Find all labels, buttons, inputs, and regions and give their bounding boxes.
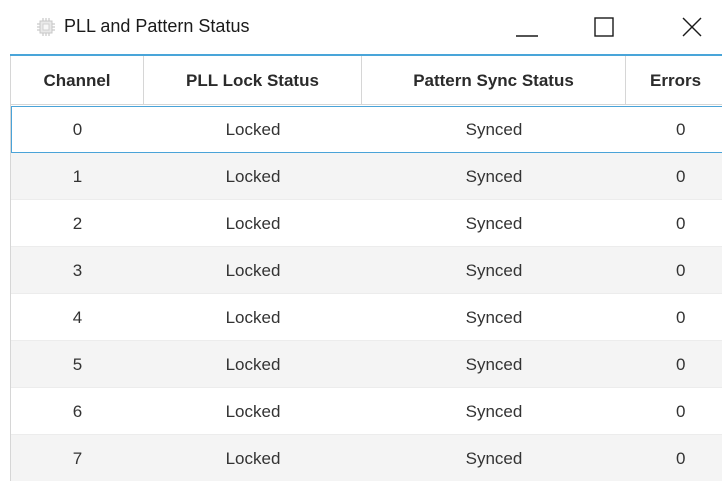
errors-cell: 0	[676, 214, 686, 233]
pll-lock-status-cell: Locked	[225, 261, 281, 280]
errors-cell: 0	[676, 167, 686, 186]
pll-lock-status-cell: Locked	[225, 214, 281, 233]
channel-cell: 2	[72, 214, 83, 233]
pll-lock-status-cell: Locked	[225, 167, 281, 186]
window-title: PLL and Pattern Status	[64, 16, 250, 36]
table-row[interactable]: 0 Locked Synced 0	[11, 106, 722, 153]
minimize-button[interactable]	[497, 0, 557, 54]
table-row[interactable]: 2 Locked Synced 0	[11, 200, 722, 247]
title-bar[interactable]: PLL and Pattern Status	[0, 0, 722, 54]
channel-cell: 4	[72, 308, 83, 327]
channel-cell: 3	[72, 261, 83, 280]
errors-cell: 0	[676, 355, 686, 374]
table-row[interactable]: 7 Locked Synced 0	[11, 435, 722, 481]
column-header-pll-lock-status[interactable]: PLL Lock Status	[144, 56, 362, 105]
pattern-sync-status-cell: Synced	[465, 167, 523, 186]
pattern-sync-status-cell: Synced	[465, 120, 523, 139]
channel-cell: 5	[72, 355, 83, 374]
pattern-sync-status-cell: Synced	[465, 402, 523, 421]
column-header-pattern-sync-status[interactable]: Pattern Sync Status	[362, 56, 626, 105]
errors-cell: 0	[676, 402, 686, 421]
pattern-sync-status-cell: Synced	[465, 214, 523, 233]
channel-cell: 1	[72, 167, 83, 186]
status-window: PLL and Pattern Status Channel PLL Lock …	[0, 0, 722, 481]
status-table: Channel PLL Lock Status Pattern Sync Sta…	[10, 56, 722, 481]
pattern-sync-status-cell: Synced	[465, 449, 523, 468]
pattern-sync-status-cell: Synced	[465, 261, 523, 280]
column-header-channel[interactable]: Channel	[11, 56, 144, 105]
channel-cell: 0	[72, 120, 83, 139]
maximize-button[interactable]	[574, 0, 634, 54]
table-row[interactable]: 1 Locked Synced 0	[11, 153, 722, 200]
pll-lock-status-cell: Locked	[225, 120, 281, 139]
table-row[interactable]: 6 Locked Synced 0	[11, 388, 722, 435]
pll-lock-status-cell: Locked	[225, 402, 281, 421]
column-header-errors[interactable]: Errors	[626, 56, 722, 105]
pll-lock-status-cell: Locked	[225, 308, 281, 327]
pattern-sync-status-cell: Synced	[465, 308, 523, 327]
channel-cell: 6	[72, 402, 83, 421]
chip-icon	[36, 17, 56, 37]
table-row[interactable]: 3 Locked Synced 0	[11, 247, 722, 294]
pattern-sync-status-cell: Synced	[465, 355, 523, 374]
table-row[interactable]: 4 Locked Synced 0	[11, 294, 722, 341]
errors-cell: 0	[676, 308, 686, 327]
errors-cell: 0	[676, 120, 686, 139]
table-row[interactable]: 5 Locked Synced 0	[11, 341, 722, 388]
table-header: Channel PLL Lock Status Pattern Sync Sta…	[11, 56, 722, 105]
table-body: 0 Locked Synced 0 1 Locked Synced 0 2 Lo…	[11, 106, 722, 481]
channel-cell: 7	[72, 449, 83, 468]
errors-cell: 0	[676, 449, 686, 468]
errors-cell: 0	[676, 261, 686, 280]
pll-lock-status-cell: Locked	[225, 355, 281, 374]
close-button[interactable]	[662, 0, 722, 54]
pll-lock-status-cell: Locked	[225, 449, 281, 468]
